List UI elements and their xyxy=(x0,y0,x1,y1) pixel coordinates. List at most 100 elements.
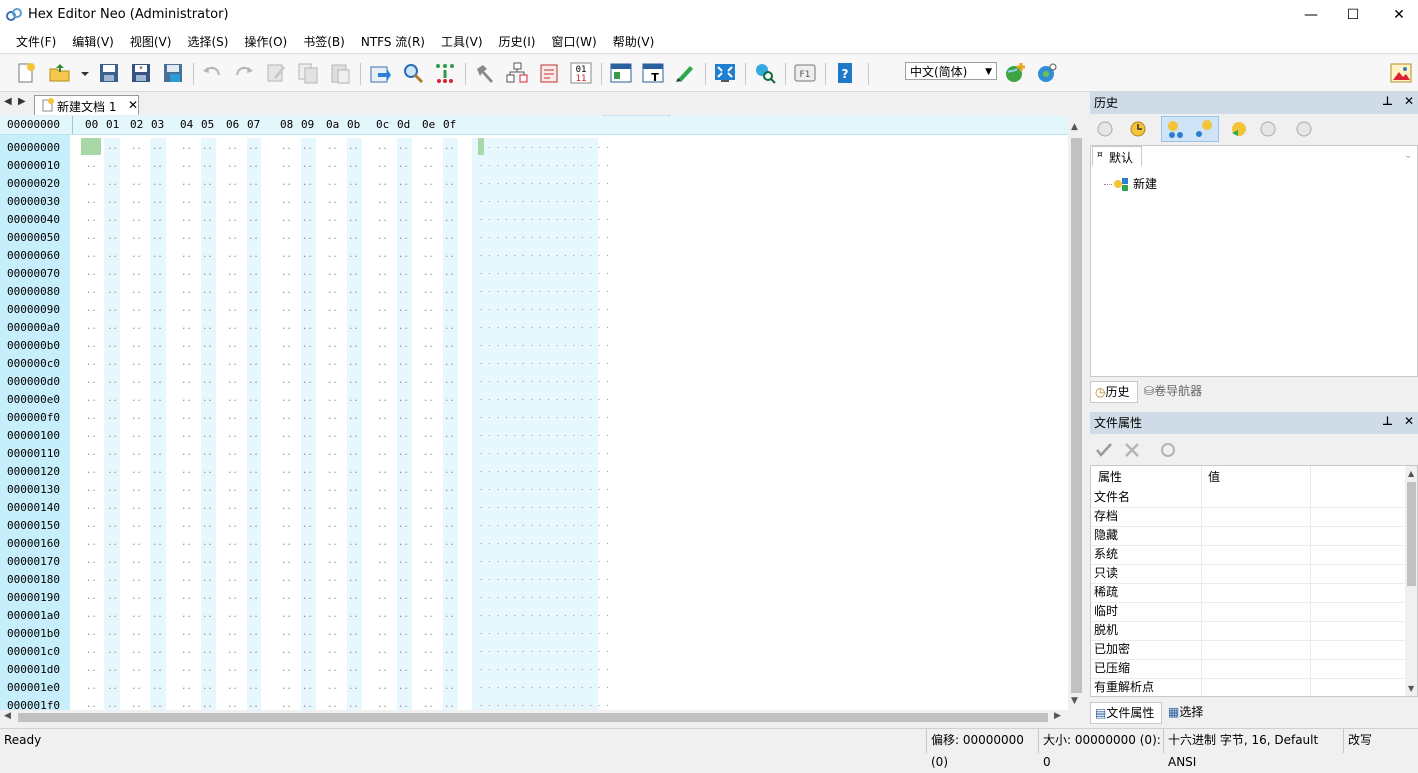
tab-scroll-right-icon[interactable]: ▶ xyxy=(18,96,26,107)
table-row[interactable]: 有重解析点 xyxy=(1091,678,1405,696)
binary-icon[interactable]: 0111 xyxy=(569,61,593,85)
redo-icon[interactable] xyxy=(232,61,256,85)
paste-icon[interactable] xyxy=(328,61,352,85)
full-screen-icon[interactable] xyxy=(713,61,737,85)
editor-vertical-scroll-thumb[interactable] xyxy=(1071,138,1082,693)
history-pin-icon[interactable]: ⊥ xyxy=(1382,94,1393,108)
scroll-up-icon[interactable]: ▲ xyxy=(1408,469,1414,478)
table-row[interactable]: 系统 xyxy=(1091,545,1405,565)
history-branch-icon[interactable] xyxy=(1193,118,1215,140)
chevron-down-icon[interactable]: ⌄ xyxy=(1404,150,1412,161)
history-snapshot-icon[interactable] xyxy=(1128,118,1150,140)
scroll-down-icon[interactable]: ▼ xyxy=(1071,696,1078,706)
structure-icon[interactable] xyxy=(505,61,529,85)
menu-history[interactable]: 历史(I) xyxy=(491,31,544,53)
scroll-right-icon[interactable]: ▶ xyxy=(1054,711,1061,721)
menu-bookmarks[interactable]: 书签(B) xyxy=(295,31,353,53)
language-select-value: 中文(简体) xyxy=(910,65,968,79)
history-entry[interactable]: 新建 xyxy=(1133,175,1157,192)
text-view-icon[interactable]: T xyxy=(641,61,665,85)
history-tree-icon[interactable] xyxy=(1165,118,1187,140)
search-icon[interactable] xyxy=(401,61,425,85)
scroll-left-icon[interactable]: ◀ xyxy=(4,711,11,721)
table-row[interactable]: 临时 xyxy=(1091,602,1405,622)
scroll-down-icon[interactable]: ▼ xyxy=(1408,684,1414,693)
undo-icon[interactable] xyxy=(200,61,224,85)
menu-edit[interactable]: 编辑(V) xyxy=(64,31,122,53)
open-file-icon[interactable] xyxy=(48,61,72,85)
table-row[interactable]: 稀疏 xyxy=(1091,583,1405,603)
highlight-icon[interactable] xyxy=(673,61,697,85)
table-row[interactable]: 已压缩 xyxy=(1091,659,1405,679)
column-property[interactable]: 属性 xyxy=(1098,468,1122,487)
menu-operations[interactable]: 操作(O) xyxy=(236,31,295,53)
add-language-icon[interactable] xyxy=(1003,61,1027,85)
color-scheme-icon[interactable] xyxy=(1389,61,1413,85)
table-row[interactable]: 只读 xyxy=(1091,564,1405,584)
minimize-button[interactable]: — xyxy=(1288,0,1334,30)
language-select[interactable]: 中文(简体) ▼ xyxy=(905,62,997,80)
close-button[interactable]: ✕ xyxy=(1376,0,1418,30)
new-file-icon[interactable] xyxy=(14,61,38,85)
menu-file[interactable]: 文件(F) xyxy=(8,31,64,53)
scroll-up-icon[interactable]: ▲ xyxy=(1071,122,1078,132)
editor-horizontal-scroll-thumb[interactable] xyxy=(18,713,1048,722)
history-restore-icon[interactable] xyxy=(1228,118,1250,140)
table-row[interactable]: 文件名 xyxy=(1091,488,1405,508)
find-pattern-icon[interactable] xyxy=(433,61,457,85)
history-back-icon[interactable] xyxy=(1094,118,1116,140)
status-mode[interactable]: 改写 xyxy=(1343,729,1383,753)
history-undo-icon[interactable] xyxy=(1257,118,1279,140)
document-tab-close-icon[interactable]: ✕ xyxy=(128,98,138,112)
menu-view[interactable]: 视图(V) xyxy=(122,31,180,53)
column-value[interactable]: 值 xyxy=(1208,468,1220,487)
copy-icon[interactable] xyxy=(296,61,320,85)
refresh-properties-icon[interactable] xyxy=(1158,440,1178,460)
tab-history[interactable]: ◷历史 xyxy=(1090,381,1138,403)
status-encoding[interactable]: 十六进制 字节, 16, Default ANSI xyxy=(1163,729,1343,769)
history-clear-icon[interactable] xyxy=(1293,118,1315,140)
menu-help[interactable]: 帮助(V) xyxy=(605,31,663,53)
template-icon[interactable] xyxy=(537,61,561,85)
export-icon[interactable] xyxy=(368,61,392,85)
svg-text:11: 11 xyxy=(576,74,587,84)
language-settings-icon[interactable] xyxy=(1035,61,1059,85)
property-label: 有重解析点 xyxy=(1094,680,1155,694)
menu-tools[interactable]: 工具(V) xyxy=(433,31,491,53)
menu-ntfs-streams[interactable]: NTFS 流(R) xyxy=(353,31,433,53)
help-book-icon[interactable]: ? xyxy=(833,61,857,85)
table-row[interactable]: 存档 xyxy=(1091,507,1405,527)
menu-window[interactable]: 窗口(W) xyxy=(543,31,604,53)
table-row[interactable]: 已加密 xyxy=(1091,640,1405,660)
properties-close-icon[interactable]: ✕ xyxy=(1404,414,1414,428)
main-toolbar: * 01 11 T F1 ? xyxy=(0,55,1418,143)
maximize-button[interactable]: ☐ xyxy=(1330,0,1376,30)
save-as-icon[interactable]: * xyxy=(129,61,153,85)
save-all-icon[interactable] xyxy=(161,61,185,85)
apply-properties-icon[interactable] xyxy=(1094,440,1114,460)
tab-file-properties[interactable]: ▤文件属性 xyxy=(1090,702,1162,724)
table-row[interactable]: 隐藏 xyxy=(1091,526,1405,546)
hammer-icon[interactable] xyxy=(473,61,497,85)
history-branch-tab[interactable]: ¤ 默认 xyxy=(1092,146,1142,166)
hex-view-icon[interactable] xyxy=(609,61,633,85)
properties-pin-icon[interactable]: ⊥ xyxy=(1382,414,1393,428)
tab-selection[interactable]: ▦选择 xyxy=(1164,702,1224,724)
hex-editor-area[interactable] xyxy=(0,116,1085,710)
save-icon[interactable] xyxy=(97,61,121,85)
tab-volume-navigator[interactable]: ⛁卷导航器 xyxy=(1140,381,1220,403)
menu-select[interactable]: 选择(S) xyxy=(179,31,236,53)
chevron-down-icon[interactable] xyxy=(78,61,92,85)
document-tab[interactable]: 新建文档 1 xyxy=(34,95,139,115)
tab-scroll-left-icon[interactable]: ◀ xyxy=(4,96,12,107)
network-search-icon[interactable] xyxy=(753,61,777,85)
table-row[interactable]: 脱机 xyxy=(1091,621,1405,641)
properties-header-row: 属性 值 xyxy=(1091,468,1405,487)
header-col-06: 06 xyxy=(226,118,240,131)
history-close-icon[interactable]: ✕ xyxy=(1404,94,1414,108)
revert-properties-icon[interactable] xyxy=(1122,440,1142,460)
properties-scroll-thumb[interactable] xyxy=(1407,482,1416,586)
help-f1-icon[interactable]: F1 xyxy=(793,61,817,85)
edit-icon[interactable] xyxy=(264,61,288,85)
header-col-03: 03 xyxy=(151,118,165,131)
